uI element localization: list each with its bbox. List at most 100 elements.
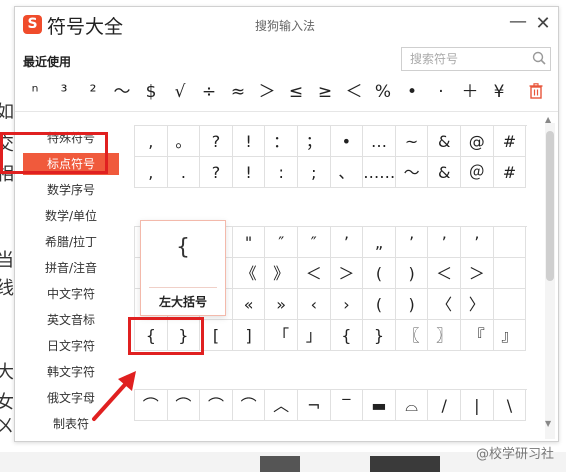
symbol-cell[interactable]: /: [428, 390, 461, 421]
symbol-cell[interactable]: ~: [395, 126, 429, 157]
recent-symbol[interactable]: •: [400, 77, 424, 107]
recent-symbol[interactable]: ≤: [284, 77, 308, 107]
symbol-cell[interactable]: }: [363, 320, 396, 351]
symbol-cell[interactable]: ″: [298, 227, 331, 258]
symbol-cell[interactable]: \: [493, 390, 527, 421]
recent-symbol[interactable]: ≥: [313, 77, 337, 107]
symbol-cell[interactable]: ⌒: [200, 390, 233, 421]
symbol-cell[interactable]: ：: [265, 126, 298, 157]
recent-symbol[interactable]: $: [139, 77, 163, 107]
symbol-cell[interactable]: [493, 227, 527, 258]
symbol-cell[interactable]: 〖: [395, 320, 429, 351]
scrollbar-thumb[interactable]: [546, 131, 554, 281]
search-input[interactable]: [408, 50, 530, 68]
search-box[interactable]: [401, 47, 551, 71]
symbol-cell[interactable]: •: [330, 126, 364, 157]
symbol-cell[interactable]: ‾: [330, 390, 364, 421]
symbol-cell[interactable]: ): [395, 289, 429, 320]
symbol-cell[interactable]: ?: [200, 126, 233, 157]
symbol-cell[interactable]: 「: [265, 320, 298, 351]
recent-symbol[interactable]: ＞: [255, 77, 279, 107]
sidebar-item[interactable]: 中文字符: [23, 283, 119, 305]
sidebar-item[interactable]: 希腊/拉丁: [23, 231, 119, 253]
symbol-cell[interactable]: ?: [200, 157, 233, 188]
symbol-cell[interactable]: 》: [265, 258, 298, 289]
symbol-cell[interactable]: .: [167, 157, 201, 188]
symbol-cell[interactable]: ¬: [298, 390, 331, 421]
recent-symbol[interactable]: ·: [429, 77, 453, 107]
sidebar-item[interactable]: 英文音标: [23, 309, 119, 331]
symbol-cell[interactable]: #: [493, 126, 527, 157]
recent-symbol[interactable]: ³: [52, 77, 76, 107]
symbol-cell[interactable]: 《: [232, 258, 266, 289]
recent-symbol[interactable]: ¥: [487, 77, 511, 107]
symbol-cell[interactable]: ": [232, 227, 266, 258]
symbol-cell[interactable]: ～: [395, 157, 429, 188]
symbol-cell[interactable]: 〈: [428, 289, 461, 320]
recent-symbol[interactable]: ²: [81, 77, 105, 107]
symbol-cell[interactable]: 』: [493, 320, 527, 351]
symbol-cell[interactable]: „: [363, 227, 396, 258]
symbol-cell[interactable]: ,: [135, 126, 168, 157]
symbol-cell[interactable]: 」: [298, 320, 331, 351]
symbol-cell[interactable]: ＞: [330, 258, 364, 289]
symbol-cell[interactable]: ︿: [265, 390, 298, 421]
symbol-cell[interactable]: ›: [330, 289, 364, 320]
symbol-cell[interactable]: @: [461, 126, 494, 157]
symbol-cell[interactable]: 〗: [428, 320, 461, 351]
symbol-cell[interactable]: ’: [428, 227, 461, 258]
symbol-cell[interactable]: 『: [461, 320, 494, 351]
scroll-down-icon[interactable]: ▼: [545, 419, 551, 428]
symbol-cell[interactable]: ⌒: [232, 390, 266, 421]
symbol-cell[interactable]: 。: [167, 126, 201, 157]
symbol-cell[interactable]: ⌓: [395, 390, 429, 421]
symbol-cell[interactable]: &: [428, 126, 461, 157]
recent-symbol[interactable]: √: [168, 77, 192, 107]
recent-symbol[interactable]: ÷: [197, 77, 221, 107]
symbol-cell[interactable]: …: [363, 126, 396, 157]
symbol-cell[interactable]: ’: [395, 227, 429, 258]
symbol-cell[interactable]: &: [428, 157, 461, 188]
sidebar-item[interactable]: 日文字符: [23, 335, 119, 357]
symbol-cell[interactable]: 、: [330, 157, 364, 188]
scroll-up-icon[interactable]: ▲: [545, 115, 551, 124]
symbol-cell[interactable]: ’: [461, 227, 494, 258]
symbol-cell[interactable]: [: [200, 320, 233, 351]
symbol-cell[interactable]: ▬: [363, 390, 396, 421]
close-icon[interactable]: ✕: [535, 13, 551, 34]
recent-symbol[interactable]: ＜: [342, 77, 366, 107]
symbol-cell[interactable]: ‹: [298, 289, 331, 320]
symbol-cell[interactable]: ＜: [428, 258, 461, 289]
symbol-cell[interactable]: [493, 289, 527, 320]
symbol-cell[interactable]: ＜: [298, 258, 331, 289]
sidebar-item[interactable]: 拼音/注音: [23, 257, 119, 279]
symbol-cell[interactable]: ): [395, 258, 429, 289]
search-icon[interactable]: [532, 51, 546, 65]
symbol-cell[interactable]: ……: [363, 157, 396, 188]
symbol-cell[interactable]: !: [232, 157, 266, 188]
symbol-cell[interactable]: ’: [330, 227, 364, 258]
recent-symbol[interactable]: %: [371, 77, 395, 107]
recent-symbol[interactable]: ⁿ: [23, 77, 47, 107]
symbol-cell[interactable]: [493, 258, 527, 289]
symbol-cell[interactable]: {: [330, 320, 364, 351]
sidebar-item[interactable]: 数学序号: [23, 179, 119, 201]
symbol-cell[interactable]: (: [363, 258, 396, 289]
symbol-cell[interactable]: #: [493, 157, 527, 188]
symbol-cell[interactable]: ,: [135, 157, 168, 188]
trash-icon[interactable]: [529, 83, 543, 99]
symbol-cell[interactable]: ＞: [461, 258, 494, 289]
sidebar-item[interactable]: 数学/单位: [23, 205, 119, 227]
recent-symbol[interactable]: ＋: [458, 77, 482, 107]
symbol-cell[interactable]: ]: [232, 320, 266, 351]
symbol-cell[interactable]: ＠: [461, 157, 494, 188]
minimize-icon[interactable]: —: [509, 13, 527, 31]
symbol-cell[interactable]: :: [265, 157, 298, 188]
symbol-cell[interactable]: ;: [298, 157, 331, 188]
recent-symbol[interactable]: ≈: [226, 77, 250, 107]
symbol-cell[interactable]: 〉: [461, 289, 494, 320]
symbol-cell[interactable]: ″: [265, 227, 298, 258]
symbol-cell[interactable]: !: [232, 126, 266, 157]
symbol-cell[interactable]: ；: [298, 126, 331, 157]
symbol-cell[interactable]: ⌒: [167, 390, 201, 421]
